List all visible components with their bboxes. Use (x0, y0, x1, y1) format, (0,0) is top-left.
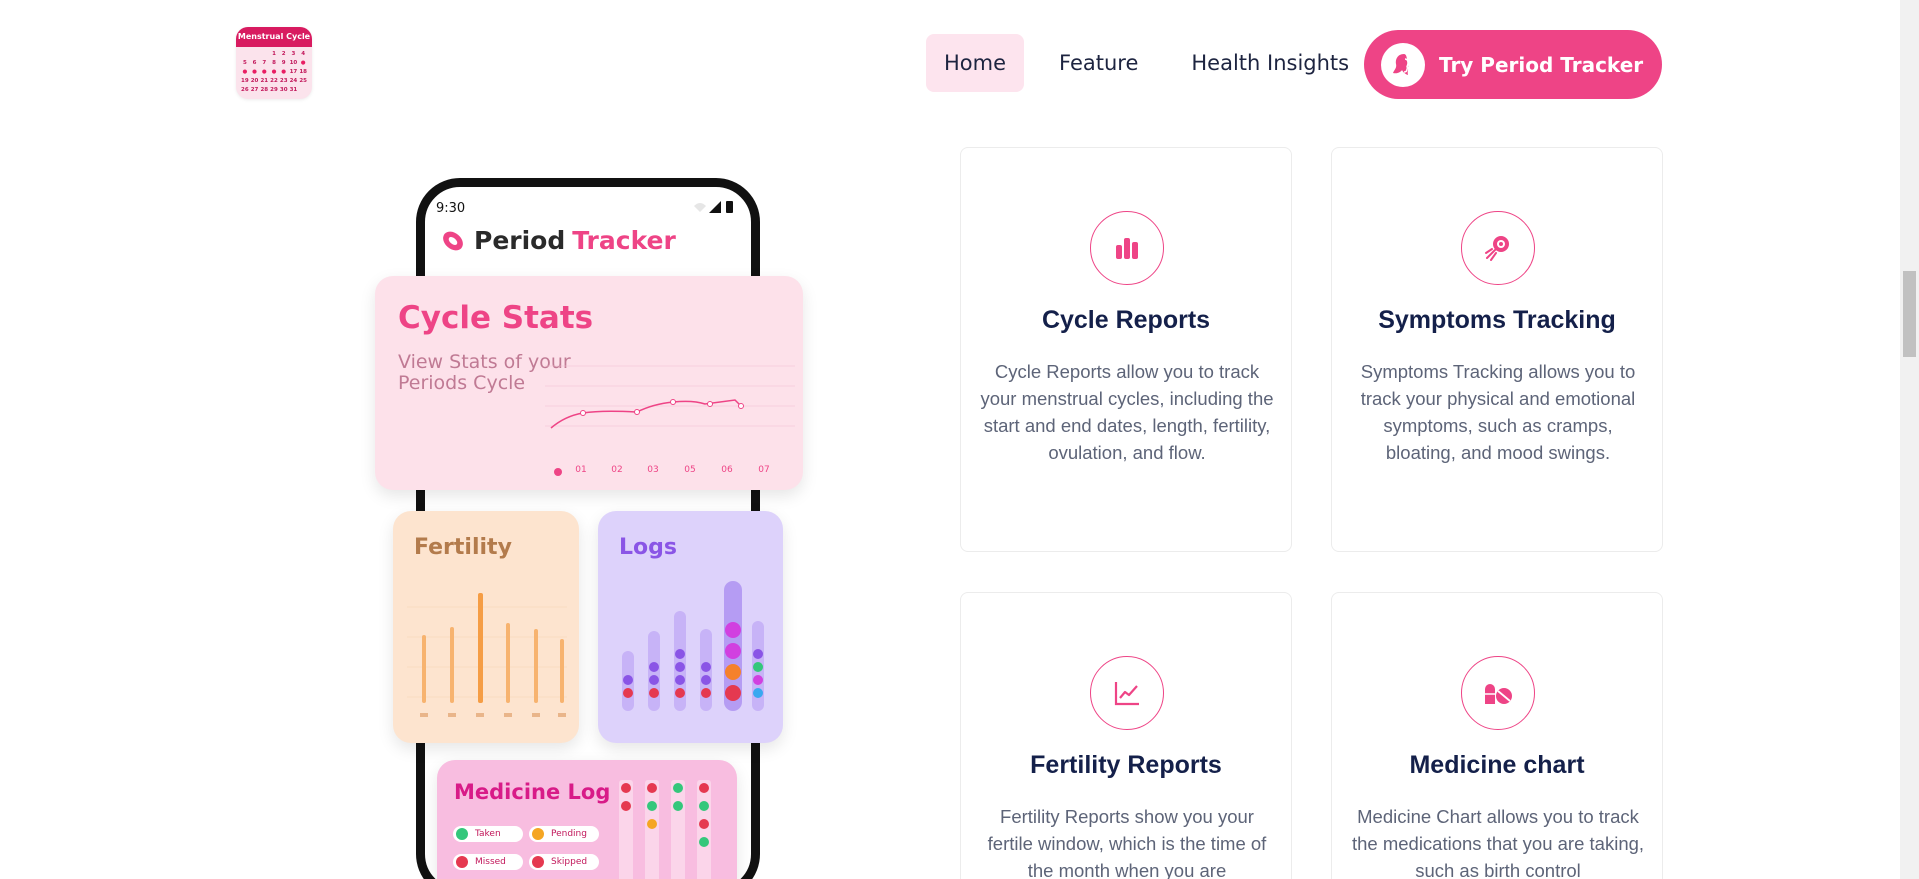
logo-calendar-day: 25 (299, 78, 307, 84)
medicine-grid-graphic (619, 780, 711, 879)
feature-card-fertility-reports[interactable]: Fertility Reports Fertility Reports show… (960, 592, 1292, 879)
page-scrollbar[interactable] (1900, 0, 1919, 879)
feature-title: Medicine chart (1409, 751, 1585, 779)
logo-calendar-day: ● (261, 69, 267, 75)
logo-calendar-day: 17 (289, 69, 298, 75)
cycle-line-chart: 01 02 03 05 06 07 (545, 365, 795, 476)
logo-calendar-day: 28 (260, 87, 269, 93)
fertility-bars-graphic (407, 593, 567, 717)
logo-calendar-day: 27 (250, 87, 259, 93)
logo-calendar-day: ● (300, 60, 306, 66)
legend-label: Skipped (551, 857, 588, 867)
logs-columns-graphic (622, 581, 764, 711)
feature-description: Fertility Reports show you your fertile … (987, 806, 1267, 879)
logo-calendar-day: 8 (272, 60, 276, 66)
cta-label: Try Period Tracker (1439, 52, 1644, 77)
logo-title: Menstrual Cycle (236, 27, 312, 47)
logo-calendar-day (240, 50, 250, 58)
legend-taken: Taken (453, 826, 523, 842)
nav-health-insights[interactable]: Health Insights (1173, 34, 1367, 92)
logo-calendar-day: 26 (241, 87, 249, 93)
logo-calendar-day: ● (242, 69, 248, 75)
feature-description: Cycle Reports allow you to track your me… (980, 361, 1274, 463)
cycle-stats-title: Cycle Stats (398, 300, 594, 336)
fertility-title: Fertility (414, 535, 512, 560)
logo-calendar-day: 6 (252, 60, 257, 66)
target-icon (1461, 211, 1535, 285)
logo-calendar-day: 7 (262, 60, 267, 66)
feature-card-cycle-reports[interactable]: Cycle Reports Cycle Reports allow you to… (960, 147, 1292, 552)
legend-label: Missed (475, 857, 506, 867)
legend-label: Pending (551, 829, 587, 839)
logo-calendar-day: 24 (289, 78, 298, 84)
feature-description: Medicine Chart allows you to track the m… (1351, 806, 1645, 879)
legend-label: Taken (475, 829, 501, 839)
nav-home[interactable]: Home (926, 34, 1025, 92)
medicine-log-title: Medicine Log (454, 780, 611, 804)
site-header: Menstrual Cycle 1 2 3 4 5 6 7 8 9 10 ● ● ● ● ● ● 17 18 19 2… (0, 0, 1900, 128)
bar-chart-icon (1090, 211, 1164, 285)
logo-calendar-day: 31 (289, 87, 298, 93)
logo-calendar-day: 5 (242, 60, 247, 66)
phone-status-icons (692, 200, 736, 217)
cycle-stats-card: Cycle Stats View Stats of your Periods C… (375, 276, 803, 490)
logo-calendar-day: 4 (301, 51, 306, 57)
feature-description: Symptoms Tracking allows you to track yo… (1360, 361, 1636, 463)
legend-pending: Pending (529, 826, 599, 842)
logs-card: Logs (598, 511, 783, 743)
fertility-card: Fertility (393, 511, 579, 743)
feature-title: Symptoms Tracking (1378, 306, 1616, 334)
phone-status-time: 9:30 (436, 201, 466, 216)
cycle-x-label: 03 (647, 465, 658, 475)
logo-calendar-day: 19 (241, 78, 249, 84)
nav-feature[interactable]: Feature (1041, 34, 1156, 92)
line-chart-icon (1090, 656, 1164, 730)
site-logo[interactable]: Menstrual Cycle 1 2 3 4 5 6 7 8 9 10 ● ● ● ● ● ● 17 18 19 2… (236, 27, 312, 99)
scrollbar-thumb[interactable] (1903, 271, 1916, 357)
logo-calendar-day: 18 (299, 69, 307, 75)
legend-skipped: Skipped (529, 854, 599, 870)
cycle-x-label: 01 (575, 465, 586, 475)
logo-calendar-day: 20 (250, 78, 259, 84)
legend-missed: Missed (453, 854, 523, 870)
logo-calendar-day (259, 50, 269, 58)
app-title-part1: Period (474, 226, 566, 255)
woman-profile-icon (1381, 42, 1425, 87)
cycle-x-label: 02 (611, 465, 622, 475)
feature-card-medicine-chart[interactable]: Medicine chart Medicine Chart allows you… (1331, 592, 1663, 879)
logo-calendar-grid: 1 2 3 4 5 6 7 8 9 10 ● ● ● ● ● ● 17 18 19 20 21 22 23 24 25 26 27 2… (236, 47, 312, 97)
logo-calendar-day (250, 50, 260, 58)
logo-calendar-day: 1 (272, 51, 276, 57)
logo-calendar-day: ● (271, 69, 277, 75)
logo-calendar-day: ● (252, 69, 257, 75)
feature-title: Fertility Reports (1030, 751, 1222, 779)
try-period-tracker-button[interactable]: Try Period Tracker (1364, 30, 1662, 99)
logo-calendar-day: 9 (281, 60, 286, 66)
logo-calendar-day: 10 (289, 60, 298, 66)
phone-app-title: Period Tracker (440, 226, 676, 255)
cycle-x-label: 07 (758, 465, 769, 475)
main-nav: Home Feature Health Insights (926, 34, 1367, 92)
feature-card-symptoms-tracking[interactable]: Symptoms Tracking Symptoms Tracking allo… (1331, 147, 1663, 552)
feature-title: Cycle Reports (1041, 306, 1211, 334)
logo-calendar-day: 22 (270, 78, 278, 84)
logo-calendar-day: 30 (279, 87, 288, 93)
logo-calendar-day: 21 (260, 78, 269, 84)
logo-calendar-day: ● (281, 69, 287, 75)
logo-calendar-day: 2 (281, 51, 286, 57)
pills-icon (1461, 656, 1535, 730)
logo-calendar-day: 3 (291, 51, 296, 57)
pad-logo-icon (443, 231, 463, 250)
app-title-part2: Tracker (572, 226, 676, 255)
cycle-x-label: 06 (721, 465, 733, 475)
cycle-x-label: 05 (684, 465, 695, 475)
logo-calendar-day: 29 (270, 87, 278, 93)
medicine-log-card: Medicine Log Taken Pending Missed Skippe… (437, 760, 737, 879)
logo-calendar-day (298, 86, 308, 94)
logo-calendar-day: 23 (279, 78, 288, 84)
